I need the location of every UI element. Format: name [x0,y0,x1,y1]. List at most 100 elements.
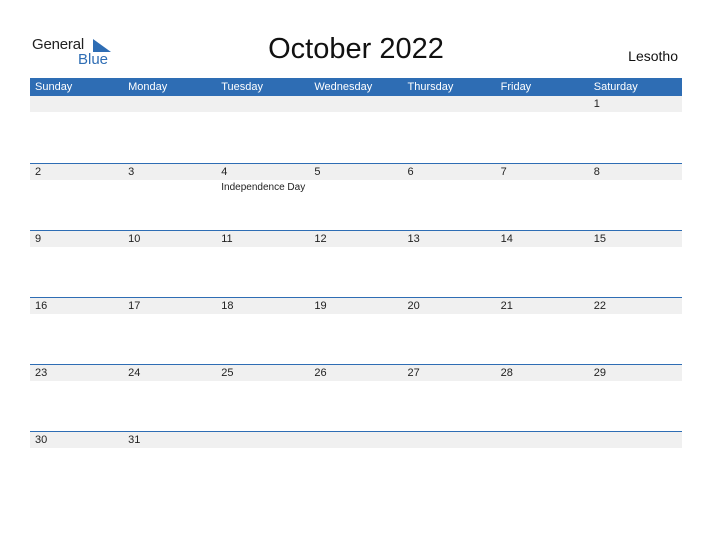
day-event [309,180,402,193]
event-row: Independence Day [30,180,682,193]
day-event [403,314,496,316]
day-number [496,432,589,448]
day-number: 13 [407,233,420,245]
day-event [403,180,496,193]
day-number: 3 [128,166,135,178]
day-number: 4 [221,166,228,178]
day-event [496,381,589,383]
week-row: 1 [30,96,682,163]
weekday-friday: Friday [500,81,532,93]
calendar-grid: Sunday Monday Tuesday Wednesday Thursday… [30,78,682,498]
day-number [403,96,496,112]
day-number: 7 [500,166,507,178]
event-row [30,381,682,383]
day-event [30,112,123,114]
week-row: 30 31 [30,431,682,498]
day-number [123,96,216,112]
day-number: 22 [593,300,606,312]
day-event [30,381,123,383]
day-number: 2 [35,166,42,178]
day-number: 30 [35,434,48,446]
day-event [496,314,589,316]
day-event [589,247,682,249]
day-number [30,96,123,112]
day-event [403,448,496,450]
weekday-tuesday: Tuesday [221,81,264,93]
weekday-monday: Monday [128,81,168,93]
event-row [30,112,682,114]
day-number: 16 [35,300,48,312]
day-event [30,314,123,316]
day-number: 9 [35,233,42,245]
day-event [589,314,682,316]
country-label: Lesotho [628,48,678,64]
day-event [123,180,216,193]
day-number: 8 [593,166,600,178]
day-number [309,432,402,448]
day-number [216,96,309,112]
day-number: 14 [500,233,513,245]
day-event [589,180,682,193]
week-row: 16 17 18 19 20 21 22 [30,297,682,364]
day-number: 11 [221,233,233,245]
day-number-band: 23 24 25 26 27 28 29 [30,365,682,381]
event-row [30,247,682,249]
day-number: 28 [500,367,513,379]
day-number: 29 [593,367,606,379]
day-number: 18 [221,300,234,312]
day-event [123,112,216,114]
day-event [496,180,589,193]
day-number-band: 9 10 11 12 13 14 15 [30,231,682,247]
day-event [589,381,682,383]
day-number [216,432,309,448]
day-number: 23 [35,367,48,379]
day-event [309,247,402,249]
day-event [496,112,589,114]
day-event [216,247,309,249]
weeks-container: 1 2 3 4 5 6 7 8 Independence Day 9 10 11 12 13 14 15 16 1… [30,96,682,498]
day-event [123,448,216,450]
week-row: 23 24 25 26 27 28 29 [30,364,682,431]
weekday-sunday: Sunday [35,81,73,93]
day-number: 26 [314,367,327,379]
day-number [589,432,682,448]
day-number-band: 1 [30,96,682,112]
day-number: 19 [314,300,327,312]
day-event [403,112,496,114]
day-number: 20 [407,300,420,312]
day-number [309,96,402,112]
day-event [30,448,123,450]
day-event [589,448,682,450]
day-number: 10 [128,233,141,245]
day-event [123,381,216,383]
day-event [403,247,496,249]
event-row [30,448,682,450]
day-event [216,314,309,316]
weekday-header: Sunday Monday Tuesday Wednesday Thursday… [30,78,682,96]
day-number: 17 [128,300,141,312]
weekday-saturday: Saturday [593,81,638,93]
day-number: 6 [407,166,414,178]
day-event [309,448,402,450]
day-event [216,381,309,383]
day-event: Independence Day [221,182,306,193]
day-number-band: 30 31 [30,432,682,448]
day-event [123,314,216,316]
day-event [403,381,496,383]
day-number: 27 [407,367,420,379]
day-number: 12 [314,233,327,245]
day-event [496,448,589,450]
event-row [30,314,682,316]
day-event [30,247,123,249]
day-number: 5 [314,166,321,178]
weekday-thursday: Thursday [407,81,454,93]
week-row: 2 3 4 5 6 7 8 Independence Day [30,163,682,230]
day-event [496,247,589,249]
calendar-title: October 2022 [268,33,444,65]
day-number: 1 [593,98,600,110]
day-event [30,180,123,193]
day-number-band: 2 3 4 5 6 7 8 [30,164,682,180]
day-event [589,112,682,114]
day-number: 31 [128,434,141,446]
weekday-wednesday: Wednesday [314,81,373,93]
